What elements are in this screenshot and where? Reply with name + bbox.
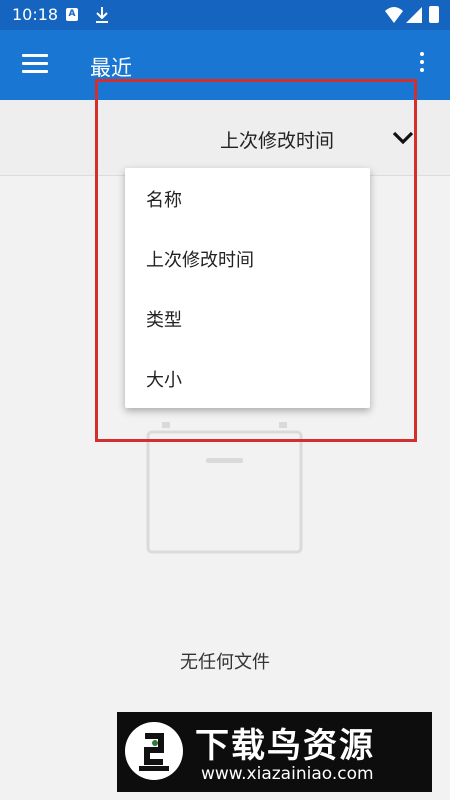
status-time: 10:18 xyxy=(12,5,59,24)
sort-option-name[interactable]: 名称 xyxy=(125,168,370,228)
sort-menu: 名称 上次修改时间 类型 大小 xyxy=(125,168,370,408)
watermark-banner: 下载鸟资源 www.xiazainiao.com xyxy=(117,712,432,792)
page-title: 最近 xyxy=(90,56,132,80)
notification-a-icon: A xyxy=(66,8,78,21)
sort-option-type[interactable]: 类型 xyxy=(125,288,370,348)
wifi-icon xyxy=(385,7,403,27)
sort-option-label: 类型 xyxy=(146,310,182,331)
sort-option-modified[interactable]: 上次修改时间 xyxy=(125,228,370,288)
empty-state-message: 无任何文件 xyxy=(180,652,270,673)
cell-signal-icon xyxy=(406,7,422,27)
empty-folder-icon xyxy=(146,418,303,554)
sort-option-label: 名称 xyxy=(146,190,182,211)
app-toolbar: 最近 xyxy=(0,30,450,100)
sort-bar: 上次修改时间 xyxy=(0,100,450,176)
more-vert-icon[interactable] xyxy=(412,52,432,80)
watermark-url: www.xiazainiao.com xyxy=(201,764,374,784)
sort-option-label: 大小 xyxy=(146,370,182,391)
battery-icon xyxy=(429,6,439,23)
chevron-down-icon[interactable] xyxy=(392,130,414,149)
watermark-brand: 下载鸟资源 xyxy=(195,726,375,766)
sort-option-label: 上次修改时间 xyxy=(146,250,254,271)
status-bar: 10:18 A xyxy=(0,0,450,30)
sort-option-size[interactable]: 大小 xyxy=(125,348,370,408)
bird-logo-icon xyxy=(125,722,183,780)
hamburger-menu-icon[interactable] xyxy=(22,54,48,76)
download-icon xyxy=(95,6,109,28)
sort-selector[interactable]: 上次修改时间 xyxy=(220,126,334,153)
